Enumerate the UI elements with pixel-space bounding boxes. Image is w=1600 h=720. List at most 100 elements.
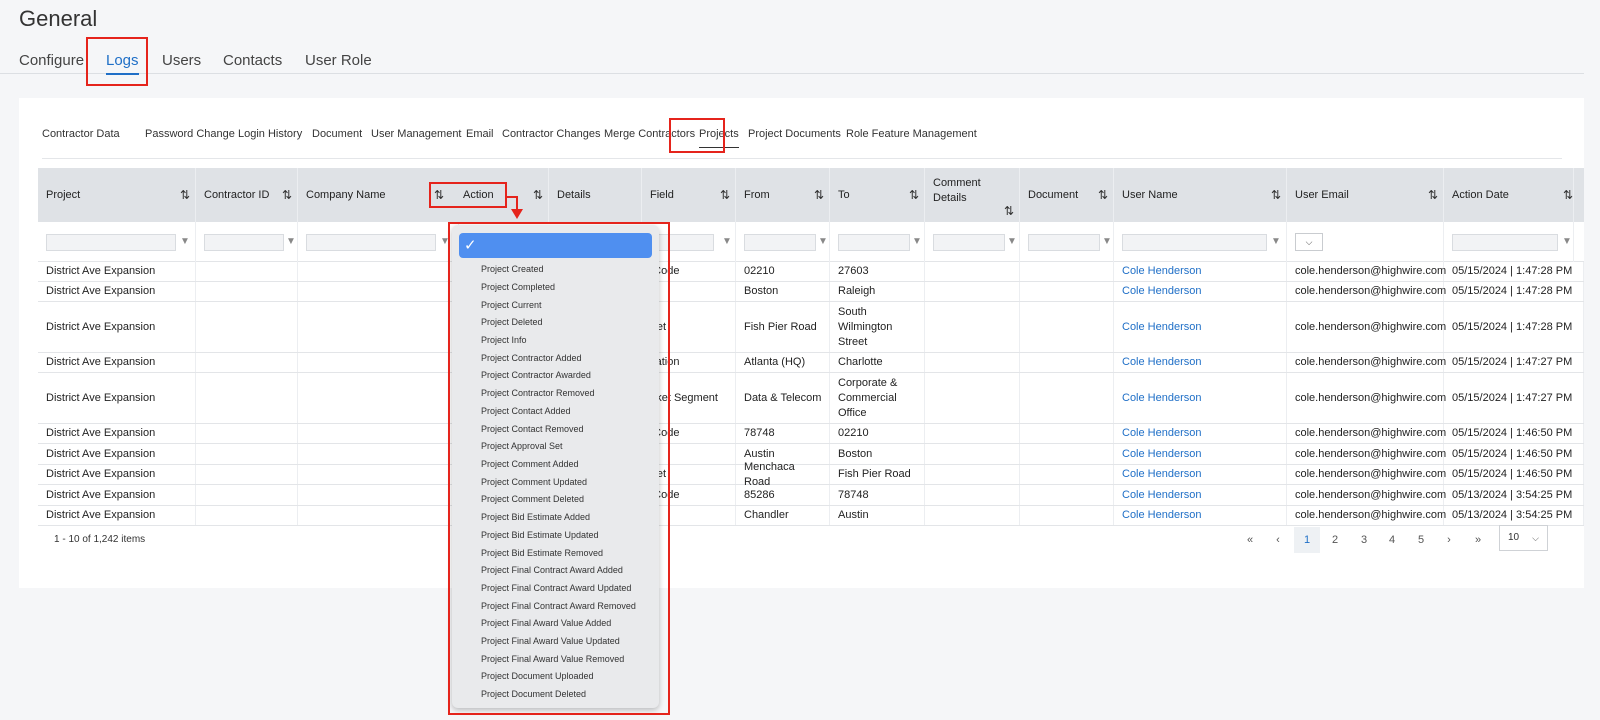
dropdown-option[interactable]: Project Info: [481, 335, 527, 345]
sort-icon[interactable]: ⇅: [720, 188, 730, 202]
last-page-button[interactable]: »: [1465, 527, 1491, 553]
tab-users[interactable]: Users: [162, 52, 201, 69]
tab-configure[interactable]: Configure: [19, 52, 84, 69]
filter-input-company-name[interactable]: [306, 234, 436, 251]
user-name-link[interactable]: Cole Henderson: [1122, 506, 1280, 525]
filter-input-action-date[interactable]: [1452, 234, 1558, 251]
column-header-details[interactable]: Details: [549, 168, 642, 222]
dropdown-option[interactable]: Project Contact Removed: [481, 424, 584, 434]
prev-page-button[interactable]: ‹: [1265, 527, 1291, 553]
subtab-password-change[interactable]: Password Change: [145, 128, 235, 140]
dropdown-option[interactable]: Project Final Award Value Removed: [481, 654, 624, 664]
subtab-user-management[interactable]: User Management: [371, 128, 462, 140]
dropdown-option[interactable]: Project Contact Added: [481, 406, 571, 416]
column-header-contractor-id[interactable]: Contractor ID ⇅: [196, 168, 298, 222]
filter-icon[interactable]: ▼: [1007, 236, 1017, 247]
sort-icon[interactable]: ⇅: [909, 188, 919, 202]
sort-icon[interactable]: ⇅: [1271, 188, 1281, 202]
filter-input-comment-details[interactable]: [933, 234, 1005, 251]
column-header-document[interactable]: Document ⇅: [1020, 168, 1114, 222]
filter-input-user-name[interactable]: [1122, 234, 1267, 251]
dropdown-option[interactable]: Project Bid Estimate Added: [481, 512, 590, 522]
tab-contacts[interactable]: Contacts: [223, 52, 282, 69]
filter-icon[interactable]: ▼: [1102, 236, 1112, 247]
dropdown-option[interactable]: Project Approval Set: [481, 441, 563, 451]
tab-logs[interactable]: Logs: [106, 52, 139, 75]
column-header-action-date[interactable]: Action Date ⇅: [1444, 168, 1574, 222]
subtab-login-history[interactable]: Login History: [238, 128, 302, 140]
subtab-document[interactable]: Document: [312, 128, 362, 140]
sort-icon[interactable]: ⇅: [814, 188, 824, 202]
dropdown-option[interactable]: Project Contractor Added: [481, 353, 582, 363]
sort-icon[interactable]: ⇅: [1428, 188, 1438, 202]
user-name-link[interactable]: Cole Henderson: [1122, 373, 1280, 423]
user-name-link[interactable]: Cole Henderson: [1122, 485, 1280, 505]
table-row[interactable]: District Ave Expansion p Code 85286 7874…: [38, 485, 1584, 506]
dropdown-option[interactable]: Project Final Award Value Added: [481, 618, 611, 628]
user-name-link[interactable]: Cole Henderson: [1122, 465, 1280, 484]
table-row[interactable]: District Ave Expansion treet Menchaca Ro…: [38, 461, 1584, 488]
filter-icon[interactable]: ▼: [912, 236, 922, 247]
table-row[interactable]: District Ave Expansion treet Fish Pier R…: [38, 302, 1584, 353]
user-name-link[interactable]: Cole Henderson: [1122, 353, 1280, 372]
first-page-button[interactable]: «: [1237, 527, 1263, 553]
filter-icon[interactable]: ▼: [818, 236, 828, 247]
sort-icon[interactable]: ⇅: [1004, 204, 1014, 218]
subtab-project-documents[interactable]: Project Documents: [748, 128, 841, 140]
dropdown-option[interactable]: Project Document Uploaded: [481, 671, 594, 681]
filter-input-from[interactable]: [744, 234, 816, 251]
dropdown-option[interactable]: Project Document Deleted: [481, 689, 586, 699]
table-row[interactable]: District Ave Expansion ocation Atlanta (…: [38, 353, 1584, 373]
page-size-select[interactable]: 10 ⌵: [1499, 525, 1548, 551]
dropdown-option[interactable]: Project Bid Estimate Removed: [481, 548, 603, 558]
page-button-1[interactable]: 1: [1294, 527, 1320, 553]
column-header-comment-details[interactable]: Comment Details ⇅: [925, 168, 1020, 222]
table-row[interactable]: District Ave Expansion ity Chandler Aust…: [38, 506, 1584, 526]
filter-icon[interactable]: ▼: [1562, 236, 1572, 247]
column-header-project[interactable]: Project ⇅: [38, 168, 196, 222]
subtab-contractor-changes[interactable]: Contractor Changes: [502, 128, 600, 140]
filter-input-project[interactable]: [46, 234, 176, 251]
user-name-link[interactable]: Cole Henderson: [1122, 444, 1280, 464]
filter-icon[interactable]: ▼: [180, 236, 190, 247]
filter-icon[interactable]: ▼: [286, 236, 296, 247]
sort-icon[interactable]: ⇅: [1098, 188, 1108, 202]
dropdown-option[interactable]: Project Comment Added: [481, 459, 579, 469]
dropdown-option[interactable]: Project Contractor Awarded: [481, 370, 591, 380]
filter-input-document[interactable]: [1028, 234, 1100, 251]
filter-icon[interactable]: ▼: [722, 236, 732, 247]
table-row[interactable]: District Ave Expansion larket Segment Da…: [38, 373, 1584, 424]
column-header-user-email[interactable]: User Email ⇅: [1287, 168, 1444, 222]
dropdown-option[interactable]: Project Final Award Value Updated: [481, 636, 620, 646]
dropdown-option[interactable]: Project Comment Updated: [481, 477, 587, 487]
filter-icon[interactable]: ▼: [440, 236, 450, 247]
sort-icon[interactable]: ⇅: [180, 188, 190, 202]
filter-input-to[interactable]: [838, 234, 910, 251]
page-button-5[interactable]: 5: [1408, 527, 1434, 553]
dropdown-option[interactable]: Project Final Contract Award Removed: [481, 601, 636, 611]
user-name-link[interactable]: Cole Henderson: [1122, 262, 1280, 281]
filter-select-user-email[interactable]: ⌵: [1295, 233, 1323, 251]
user-name-link[interactable]: Cole Henderson: [1122, 302, 1280, 352]
filter-icon[interactable]: ▼: [1271, 236, 1281, 247]
column-header-to[interactable]: To ⇅: [830, 168, 925, 222]
subtab-role-feature-management[interactable]: Role Feature Management: [846, 128, 977, 140]
next-page-button[interactable]: ›: [1436, 527, 1462, 553]
user-name-link[interactable]: Cole Henderson: [1122, 424, 1280, 443]
column-header-from[interactable]: From ⇅: [736, 168, 830, 222]
dropdown-selected-blank-option[interactable]: ✓: [459, 233, 652, 258]
user-name-link[interactable]: Cole Henderson: [1122, 282, 1280, 301]
subtab-email[interactable]: Email: [466, 128, 494, 140]
subtab-merge-contractors[interactable]: Merge Contractors: [604, 128, 695, 140]
page-button-3[interactable]: 3: [1351, 527, 1377, 553]
column-header-field[interactable]: Field ⇅: [642, 168, 736, 222]
dropdown-option[interactable]: Project Comment Deleted: [481, 494, 584, 504]
page-button-4[interactable]: 4: [1379, 527, 1405, 553]
dropdown-option[interactable]: Project Created: [481, 264, 544, 274]
table-row[interactable]: District Ave Expansion p Code 78748 0221…: [38, 424, 1584, 444]
dropdown-option[interactable]: Project Contractor Removed: [481, 388, 595, 398]
sort-icon[interactable]: ⇅: [282, 188, 292, 202]
subtab-contractor-data[interactable]: Contractor Data: [42, 128, 120, 140]
table-row[interactable]: District Ave Expansion ity Boston Raleig…: [38, 282, 1584, 302]
dropdown-option[interactable]: Project Final Contract Award Added: [481, 565, 623, 575]
